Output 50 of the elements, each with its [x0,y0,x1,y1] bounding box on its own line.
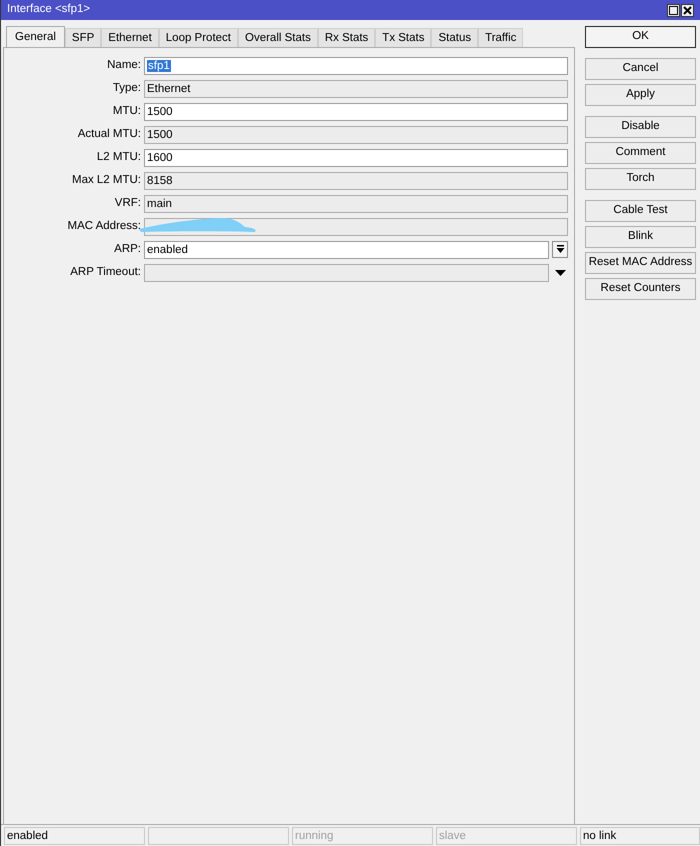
dialog-button[interactable]: Torch [585,168,696,190]
field-label: ARP Timeout: [69,264,142,280]
field-label: Max L2 MTU: [70,172,142,188]
tab[interactable]: Overall Stats [238,28,318,47]
tab[interactable]: Rx Stats [318,28,376,47]
input-field[interactable]: Ethernet [144,80,568,98]
tab[interactable]: Ethernet [101,28,159,47]
dialog-button[interactable]: Blink [585,226,696,248]
dialog-button[interactable]: Disable [585,116,696,138]
field-label: Actual MTU: [76,126,142,142]
dropdown-arrow-icon[interactable] [554,270,566,276]
field-label: MTU: [112,104,142,119]
dialog-button[interactable]: Cancel [585,58,696,80]
tab[interactable]: Tx Stats [375,28,432,47]
status-cell: no link [580,827,700,845]
maximize-button[interactable] [667,4,680,16]
input-field[interactable] [144,264,549,282]
tab[interactable]: Loop Protect [158,28,238,47]
dialog-button[interactable]: Comment [585,142,696,164]
dropdown-button[interactable] [552,241,568,258]
field-label: VRF: [114,196,142,211]
field-label: L2 MTU: [96,150,142,165]
field-label: ARP: [113,242,142,257]
status-cell: running [292,827,433,845]
field-label: Name: [106,58,142,73]
tab[interactable]: Status [431,28,478,47]
dialog-button[interactable]: Apply [585,84,696,106]
tab[interactable]: SFP [64,28,102,47]
field-label: MAC Address: [66,218,142,234]
status-cell: enabled [4,827,145,845]
close-icon [683,6,692,14]
input-field[interactable]: 1500 [144,126,568,144]
input-field[interactable]: 1600 [144,148,568,166]
tab[interactable]: General [6,26,65,47]
input-field[interactable]: enabled [144,240,549,258]
status-cell: slave [436,827,577,845]
dialog-button[interactable]: Reset MAC Address [585,252,696,274]
dialog-button[interactable]: Reset Counters [585,278,696,300]
field-label: Type: [112,80,142,96]
tab[interactable]: Traffic [478,28,524,47]
input-field[interactable]: sfp1 [144,56,568,74]
window-title: Interface <sfp1> [7,2,92,18]
input-field[interactable]: main [144,194,568,212]
close-button[interactable] [681,4,694,16]
maximize-icon [669,6,678,14]
dialog-button[interactable]: Cable Test [585,200,696,222]
dropdown-icon [556,245,564,254]
input-field[interactable]: 1500 [144,102,568,120]
input-field[interactable]: 8158 [144,172,568,190]
dialog-button[interactable]: OK [585,26,696,48]
